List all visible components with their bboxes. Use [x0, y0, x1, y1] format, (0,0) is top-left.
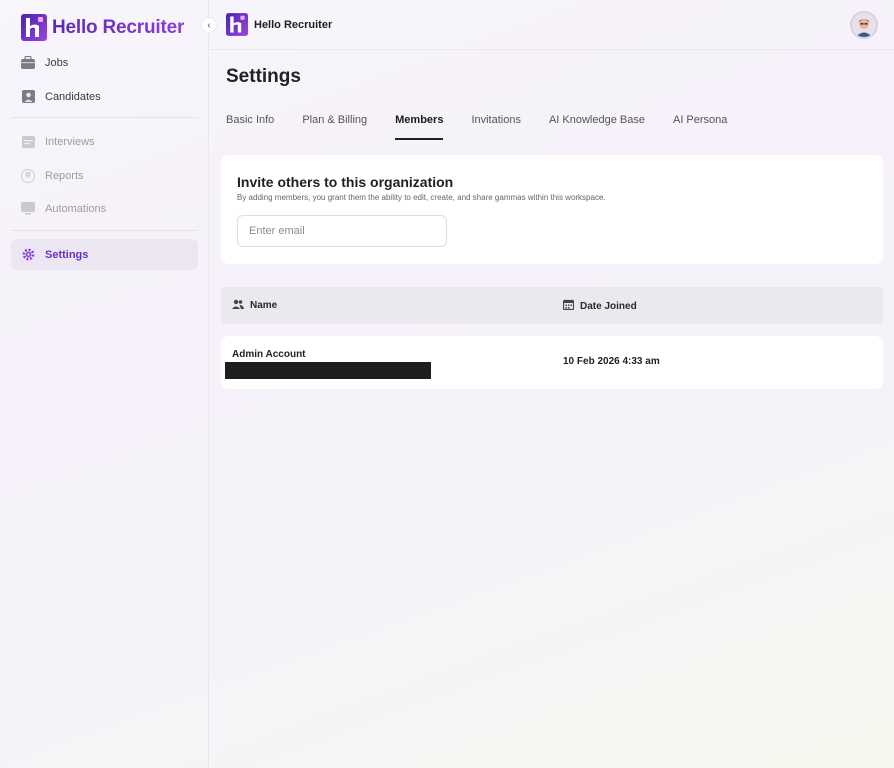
tab-members[interactable]: Members	[395, 114, 444, 140]
column-label: Name	[250, 300, 278, 311]
settings-tabs: Basic Info Plan & Billing Members Invita…	[226, 114, 755, 140]
sidebar-item-label: Jobs	[45, 56, 69, 69]
user-icon	[21, 90, 35, 104]
column-header-date-joined[interactable]: Date Joined	[562, 299, 637, 313]
email-input[interactable]	[237, 215, 447, 247]
members-table-header: Name Date Joined	[221, 287, 883, 324]
sidebar-item-jobs[interactable]: Jobs	[11, 47, 198, 78]
sidebar-item-automations[interactable]: Automations	[11, 193, 198, 224]
sidebar: Hello Recruiter Jobs Candidates Intervie…	[0, 0, 209, 768]
sidebar-item-candidates[interactable]: Candidates	[11, 81, 198, 112]
collapse-sidebar-button[interactable]: ‹	[201, 17, 217, 33]
sidebar-item-label: Candidates	[45, 90, 101, 103]
top-bar: Hello Recruiter	[210, 0, 894, 50]
app-logo[interactable]: Hello Recruiter	[21, 14, 184, 41]
tab-invitations[interactable]: Invitations	[471, 114, 521, 140]
sidebar-item-reports[interactable]: # Reports	[11, 160, 198, 191]
invite-subtitle: By adding members, you grant them the ab…	[237, 193, 606, 202]
sidebar-item-settings[interactable]: Settings	[11, 239, 198, 270]
avatar[interactable]	[850, 11, 878, 39]
app-name: Hello Recruiter	[52, 16, 185, 38]
users-icon	[232, 299, 244, 312]
invite-card: Invite others to this organization By ad…	[221, 155, 883, 264]
redacted-email	[225, 362, 431, 379]
tab-basic-info[interactable]: Basic Info	[226, 114, 274, 140]
monitor-icon	[21, 202, 35, 216]
tab-ai-knowledge-base[interactable]: AI Knowledge Base	[549, 114, 645, 140]
tab-plan-billing[interactable]: Plan & Billing	[302, 114, 367, 140]
chevron-left-icon: ‹	[207, 19, 211, 31]
sidebar-item-label: Automations	[45, 202, 107, 215]
hash-icon: #	[21, 168, 35, 183]
sidebar-item-label: Reports	[45, 169, 84, 182]
header-brand-name: Hello Recruiter	[254, 18, 333, 31]
sidebar-item-interviews[interactable]: Interviews	[11, 126, 198, 157]
avatar-image	[852, 13, 876, 37]
member-name: Admin Account	[232, 349, 306, 360]
column-header-name[interactable]: Name	[232, 299, 277, 312]
invite-title: Invite others to this organization	[237, 174, 454, 190]
sidebar-item-label: Interviews	[45, 135, 95, 148]
sidebar-divider	[11, 230, 198, 231]
gear-icon	[21, 248, 35, 262]
calendar-icon	[562, 299, 575, 313]
tab-ai-persona[interactable]: AI Persona	[673, 114, 727, 140]
calendar-icon	[21, 135, 35, 149]
logo-icon	[226, 13, 248, 36]
sidebar-item-label: Settings	[45, 248, 89, 261]
briefcase-icon	[21, 56, 35, 70]
member-date-joined: 10 Feb 2026 4:33 am	[563, 356, 660, 367]
logo-icon	[21, 14, 47, 41]
table-row[interactable]: Admin Account 10 Feb 2026 4:33 am	[221, 336, 883, 389]
page-title: Settings	[226, 66, 301, 87]
header-brand[interactable]: Hello Recruiter	[226, 13, 332, 36]
column-label: Date Joined	[580, 300, 637, 312]
sidebar-divider	[11, 117, 198, 118]
